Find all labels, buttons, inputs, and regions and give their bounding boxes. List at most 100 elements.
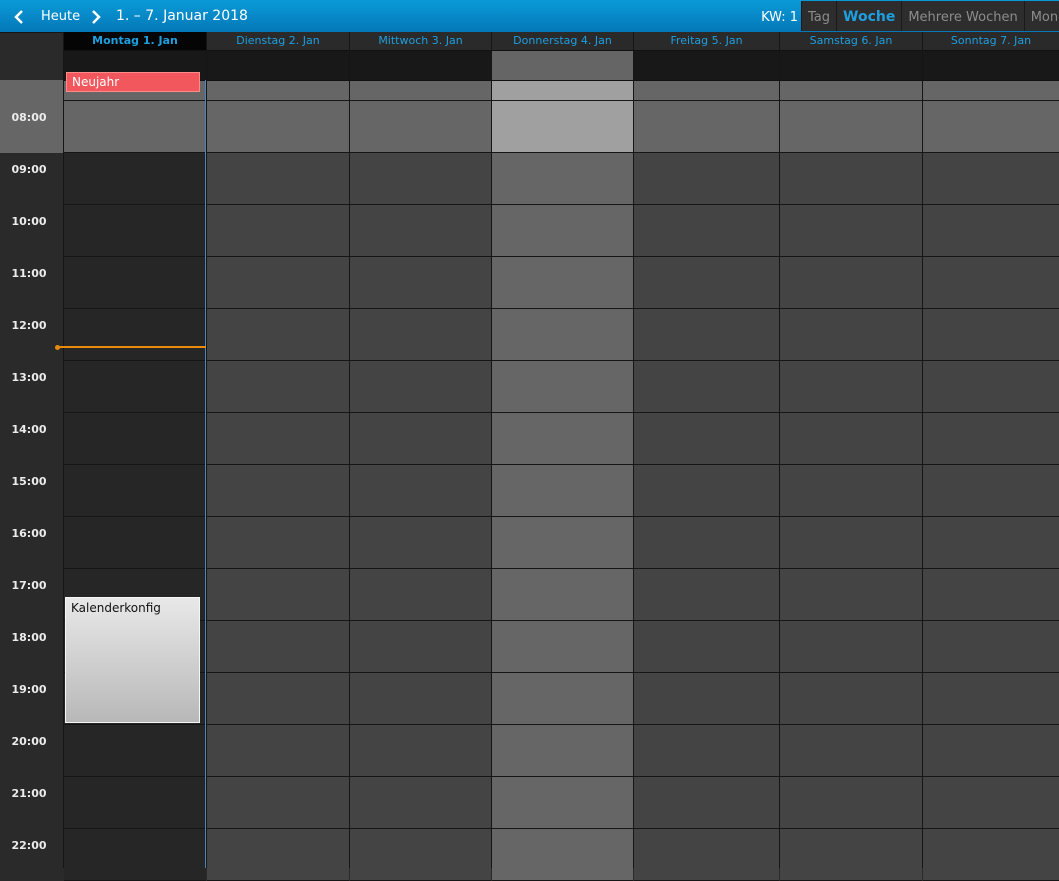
view-tab-week[interactable]: Woche [836, 1, 901, 31]
allday-event-neujahr[interactable]: Neujahr [66, 72, 200, 92]
time-slot[interactable] [634, 673, 779, 725]
previous-button[interactable] [13, 0, 31, 32]
time-slot[interactable] [64, 205, 206, 257]
today-button[interactable]: Heute [41, 0, 80, 32]
time-slot[interactable] [780, 465, 922, 517]
time-slot[interactable] [207, 413, 349, 465]
time-slot[interactable] [780, 777, 922, 829]
time-slot[interactable] [634, 829, 779, 881]
time-slot[interactable] [64, 101, 206, 153]
time-slot[interactable] [780, 673, 922, 725]
day-header-thursday[interactable]: Donnerstag 4. Jan [492, 32, 633, 51]
allday-row-wednesday[interactable] [350, 51, 491, 81]
time-slot[interactable] [780, 413, 922, 465]
time-slot[interactable] [492, 257, 633, 309]
time-slot[interactable] [923, 777, 1059, 829]
time-slot[interactable] [492, 673, 633, 725]
time-slot[interactable] [350, 205, 491, 257]
allday-row-sunday[interactable] [923, 51, 1059, 81]
time-slot[interactable] [923, 413, 1059, 465]
time-slot[interactable] [634, 621, 779, 673]
time-slot[interactable] [492, 101, 633, 153]
allday-row-monday[interactable]: Neujahr [64, 51, 206, 92]
time-slot[interactable] [492, 81, 633, 101]
time-slot[interactable] [207, 517, 349, 569]
day-column-thursday[interactable]: Donnerstag 4. Jan [491, 32, 633, 881]
allday-row-saturday[interactable] [780, 51, 922, 81]
time-slot[interactable] [634, 81, 779, 101]
time-slot[interactable] [634, 257, 779, 309]
time-slot[interactable] [350, 777, 491, 829]
time-slot[interactable] [64, 309, 206, 361]
view-tab-month[interactable]: Monat [1023, 1, 1059, 31]
time-slot[interactable] [634, 153, 779, 205]
time-slot[interactable] [350, 569, 491, 621]
time-slot[interactable] [634, 569, 779, 621]
time-slot[interactable] [923, 569, 1059, 621]
time-slot[interactable] [492, 725, 633, 777]
time-slot[interactable] [780, 309, 922, 361]
allday-row-tuesday[interactable] [207, 51, 349, 81]
time-slot[interactable] [207, 205, 349, 257]
time-slot[interactable] [64, 725, 206, 777]
time-slot[interactable] [64, 413, 206, 465]
time-slot[interactable] [64, 829, 206, 881]
time-slot[interactable] [923, 257, 1059, 309]
time-slot[interactable] [780, 205, 922, 257]
next-button[interactable] [90, 0, 108, 32]
event-kalenderkonfig[interactable]: Kalenderkonfig [65, 597, 200, 723]
time-slot[interactable] [350, 621, 491, 673]
time-slot[interactable] [634, 361, 779, 413]
time-slot[interactable] [64, 153, 206, 205]
time-slot[interactable] [923, 829, 1059, 881]
day-header-tuesday[interactable]: Dienstag 2. Jan [207, 32, 349, 51]
time-slot[interactable] [350, 673, 491, 725]
time-slot[interactable] [350, 153, 491, 205]
day-header-sunday[interactable]: Sonntag 7. Jan [923, 32, 1059, 51]
time-slot[interactable] [492, 309, 633, 361]
time-slot[interactable] [923, 465, 1059, 517]
time-slot[interactable] [207, 81, 349, 101]
day-header-monday[interactable]: Montag 1. Jan [64, 32, 206, 51]
day-header-wednesday[interactable]: Mittwoch 3. Jan [350, 32, 491, 51]
time-slot[interactable] [492, 465, 633, 517]
day-column-sunday[interactable]: Sonntag 7. Jan [922, 32, 1059, 881]
day-column-monday[interactable]: Montag 1. Jan Neujahr Kalenderkonfig [63, 32, 206, 881]
time-slot[interactable] [207, 673, 349, 725]
time-slot[interactable] [923, 517, 1059, 569]
day-column-tuesday[interactable]: Dienstag 2. Jan [206, 32, 349, 881]
time-slot[interactable] [350, 361, 491, 413]
time-slot[interactable] [780, 829, 922, 881]
time-slot[interactable] [923, 725, 1059, 777]
time-slot[interactable] [923, 309, 1059, 361]
time-slot[interactable] [780, 101, 922, 153]
time-slot[interactable] [207, 309, 349, 361]
time-slot[interactable] [780, 569, 922, 621]
time-slot[interactable] [492, 361, 633, 413]
time-slot[interactable] [923, 81, 1059, 101]
time-slot[interactable] [634, 725, 779, 777]
time-slot[interactable] [780, 361, 922, 413]
time-slot[interactable] [634, 777, 779, 829]
time-slot[interactable] [634, 465, 779, 517]
view-tab-multi-week[interactable]: Mehrere Wochen [901, 1, 1023, 31]
time-slot[interactable] [207, 361, 349, 413]
time-slot[interactable] [780, 725, 922, 777]
time-slot[interactable] [350, 309, 491, 361]
time-slot[interactable] [350, 517, 491, 569]
time-slot[interactable] [64, 361, 206, 413]
time-slot[interactable] [923, 621, 1059, 673]
time-slot[interactable] [492, 413, 633, 465]
time-slot[interactable] [64, 257, 206, 309]
time-slot[interactable] [923, 673, 1059, 725]
time-slot[interactable] [492, 777, 633, 829]
time-slot[interactable] [207, 465, 349, 517]
time-slot[interactable] [634, 205, 779, 257]
time-slot[interactable] [350, 81, 491, 101]
time-slot[interactable] [350, 257, 491, 309]
time-slot[interactable] [64, 517, 206, 569]
day-header-friday[interactable]: Freitag 5. Jan [634, 32, 779, 51]
time-slot[interactable] [492, 205, 633, 257]
time-slot[interactable] [780, 517, 922, 569]
time-slot[interactable] [634, 101, 779, 153]
